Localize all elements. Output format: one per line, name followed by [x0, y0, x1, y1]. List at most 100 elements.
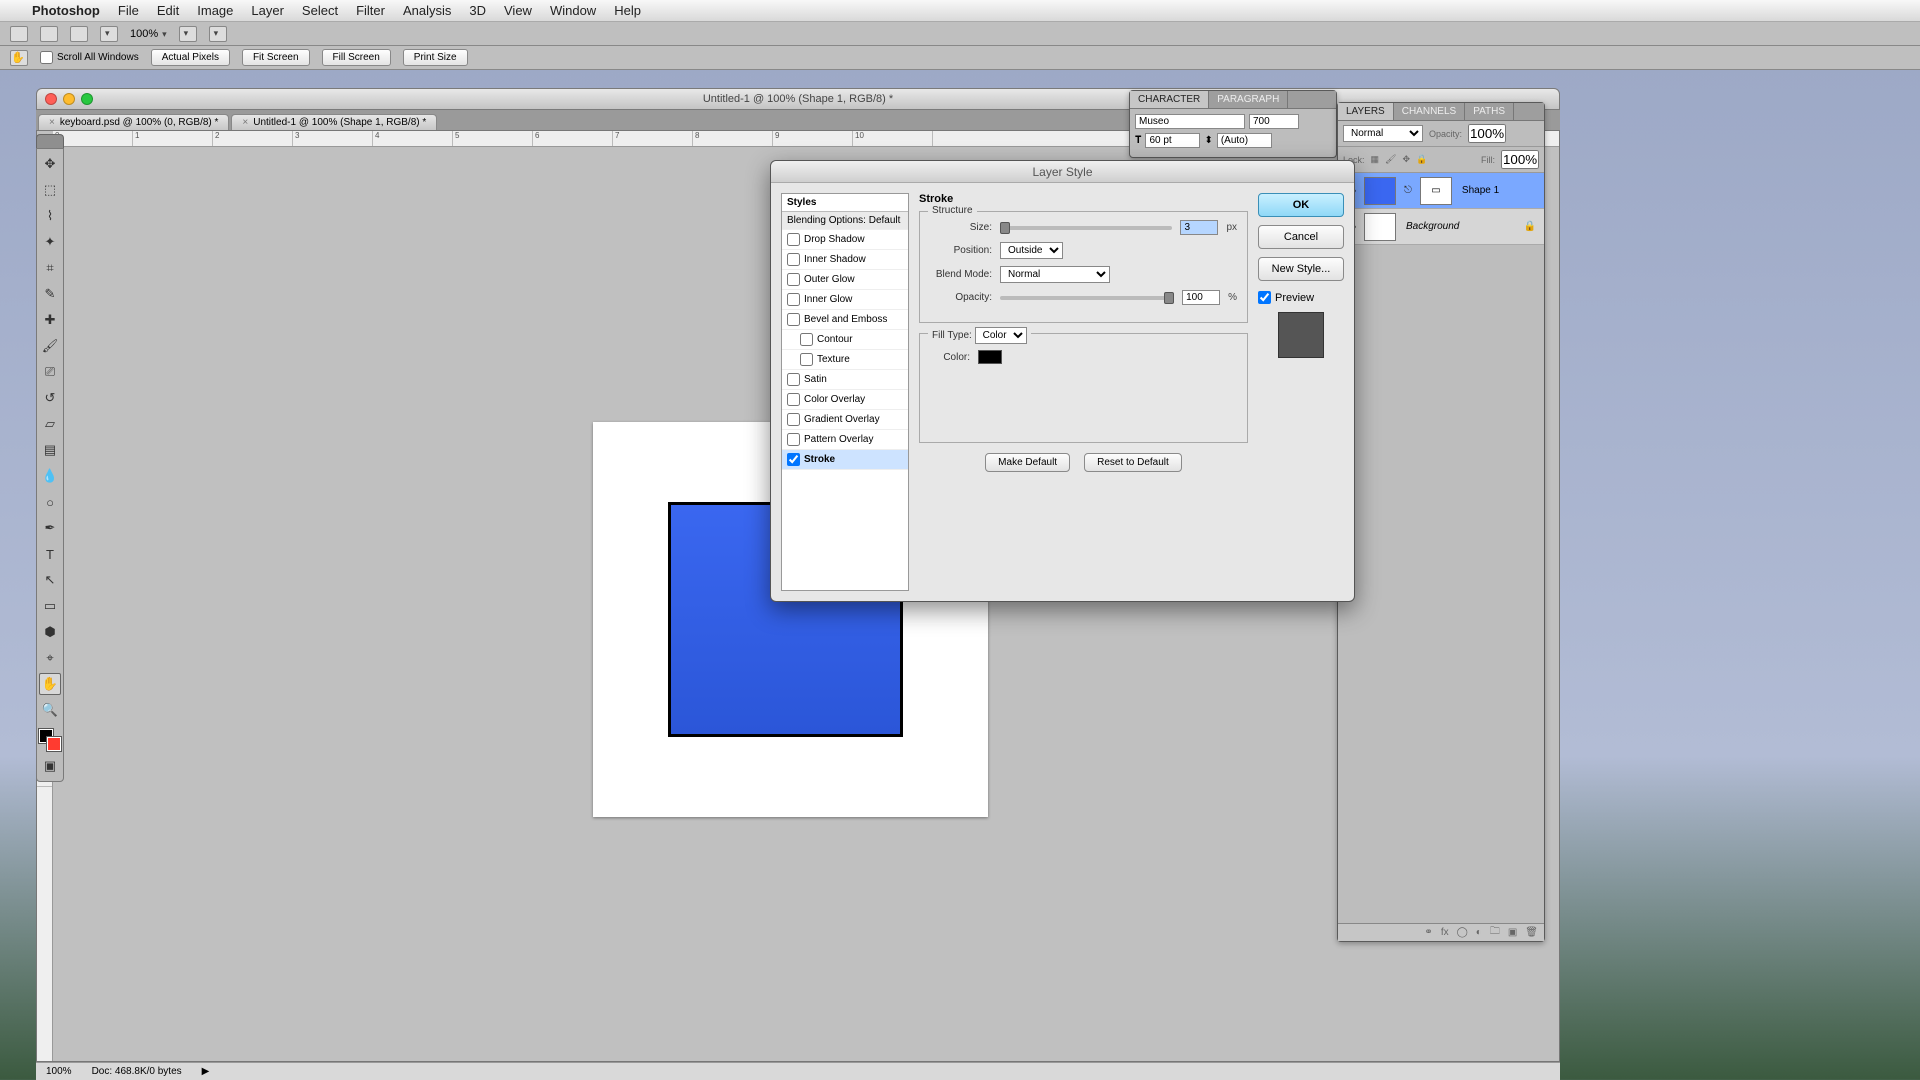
document-tab-1[interactable]: ×Untitled-1 @ 100% (Shape 1, RGB/8) * [231, 114, 437, 130]
lasso-tool-icon[interactable]: ⌇ [39, 205, 61, 227]
marquee-tool-icon[interactable]: ⬚ [39, 179, 61, 201]
background-swatch[interactable] [47, 737, 61, 751]
size-slider[interactable] [1000, 226, 1172, 230]
size-input[interactable] [1180, 220, 1218, 235]
style-gradient-overlay[interactable]: Gradient Overlay [782, 410, 908, 430]
menu-select[interactable]: Select [302, 3, 338, 18]
style-satin[interactable]: Satin [782, 370, 908, 390]
layer-thumbnail[interactable] [1364, 213, 1396, 241]
ok-button[interactable]: OK [1258, 193, 1344, 217]
gradient-tool-icon[interactable]: ▤ [39, 439, 61, 461]
tab-layers[interactable]: LAYERS [1338, 103, 1394, 120]
fill-type-select[interactable]: Color [975, 327, 1027, 344]
stroke-blend-select[interactable]: Normal [1000, 266, 1110, 283]
style-outer-glow[interactable]: Outer Glow [782, 270, 908, 290]
scroll-all-windows-checkbox[interactable]: Scroll All Windows [40, 51, 139, 64]
style-stroke[interactable]: Stroke [782, 450, 908, 470]
style-texture[interactable]: Texture [782, 350, 908, 370]
view-extras-dropdown[interactable] [100, 26, 118, 42]
position-select[interactable]: Outside [1000, 242, 1063, 259]
style-drop-shadow[interactable]: Drop Shadow [782, 230, 908, 250]
document-tab-0[interactable]: ×keyboard.psd @ 100% (0, RGB/8) * [38, 114, 229, 130]
stroke-color-swatch[interactable] [978, 350, 1002, 364]
layer-name[interactable]: Shape 1 [1456, 185, 1499, 196]
status-zoom[interactable]: 100% [46, 1066, 72, 1077]
zoom-window-icon[interactable] [81, 93, 93, 105]
style-checkbox[interactable] [787, 433, 800, 446]
layer-mask-thumbnail[interactable]: ▭ [1420, 177, 1452, 205]
blend-mode-select[interactable]: Normal [1343, 125, 1423, 142]
type-tool-icon[interactable]: T [39, 543, 61, 565]
path-selection-tool-icon[interactable]: ↖ [39, 569, 61, 591]
leading-input[interactable] [1217, 133, 1272, 148]
style-checkbox[interactable] [787, 373, 800, 386]
delete-layer-icon[interactable]: 🗑 [1525, 927, 1538, 938]
opacity-slider[interactable] [1000, 296, 1174, 300]
status-arrow-icon[interactable]: ▶ [202, 1066, 210, 1077]
reset-default-button[interactable]: Reset to Default [1084, 453, 1182, 472]
style-inner-glow[interactable]: Inner Glow [782, 290, 908, 310]
layer-name[interactable]: Background [1400, 221, 1459, 232]
font-size-input[interactable] [1145, 133, 1200, 148]
tab-paragraph[interactable]: PARAGRAPH [1209, 91, 1288, 108]
minimize-window-icon[interactable] [63, 93, 75, 105]
style-bevel-emboss[interactable]: Bevel and Emboss [782, 310, 908, 330]
status-docinfo[interactable]: Doc: 468.8K/0 bytes [92, 1066, 182, 1077]
arrange-documents-dropdown[interactable] [179, 26, 197, 42]
style-checkbox[interactable] [787, 413, 800, 426]
eyedropper-tool-icon[interactable]: ✎ [39, 283, 61, 305]
layer-mask-icon[interactable]: ◯ [1457, 927, 1468, 938]
cancel-button[interactable]: Cancel [1258, 225, 1344, 249]
menu-analysis[interactable]: Analysis [403, 3, 451, 18]
tab-paths[interactable]: PATHS [1465, 103, 1514, 120]
style-checkbox[interactable] [800, 353, 813, 366]
menu-window[interactable]: Window [550, 3, 596, 18]
menu-layer[interactable]: Layer [251, 3, 284, 18]
blending-options-item[interactable]: Blending Options: Default [782, 212, 908, 230]
style-inner-shadow[interactable]: Inner Shadow [782, 250, 908, 270]
fill-screen-button[interactable]: Fill Screen [322, 49, 391, 66]
crop-tool-icon[interactable]: ⌗ [39, 257, 61, 279]
group-icon[interactable]: 🗀 [1490, 924, 1500, 941]
layer-fx-icon[interactable]: fx [1441, 927, 1449, 938]
menu-3d[interactable]: 3D [469, 3, 486, 18]
style-checkbox[interactable] [787, 393, 800, 406]
lock-transparency-icon[interactable]: ▦ [1371, 154, 1380, 165]
quick-mask-icon[interactable]: ▣ [39, 755, 61, 777]
close-tab-icon[interactable]: × [242, 117, 248, 128]
adjustment-layer-icon[interactable]: ◐ [1476, 927, 1482, 938]
launch-minibridge-icon[interactable] [70, 26, 88, 42]
font-family-input[interactable] [1135, 114, 1245, 129]
eraser-tool-icon[interactable]: ▱ [39, 413, 61, 435]
layer-fill-input[interactable] [1501, 150, 1539, 169]
hand-tool-icon[interactable]: ✋ [10, 50, 28, 66]
screen-mode-dropdown[interactable] [209, 26, 227, 42]
dodge-tool-icon[interactable]: ○ [39, 491, 61, 513]
close-tab-icon[interactable]: × [49, 117, 55, 128]
preview-checkbox[interactable]: Preview [1258, 291, 1344, 304]
blur-tool-icon[interactable]: 💧 [39, 465, 61, 487]
layer-opacity-input[interactable] [1468, 124, 1506, 143]
actual-pixels-button[interactable]: Actual Pixels [151, 49, 230, 66]
style-contour[interactable]: Contour [782, 330, 908, 350]
menu-edit[interactable]: Edit [157, 3, 179, 18]
tab-character[interactable]: CHARACTER [1130, 91, 1209, 108]
new-layer-icon[interactable]: ▣ [1508, 927, 1517, 938]
close-window-icon[interactable] [45, 93, 57, 105]
brush-tool-icon[interactable]: 🖌 [39, 335, 61, 357]
style-pattern-overlay[interactable]: Pattern Overlay [782, 430, 908, 450]
link-layers-icon[interactable]: ⚭ [1424, 927, 1432, 938]
healing-brush-tool-icon[interactable]: ✚ [39, 309, 61, 331]
lock-position-icon[interactable]: ✥ [1402, 154, 1410, 165]
tab-channels[interactable]: CHANNELS [1394, 103, 1465, 120]
tool-palette-header[interactable] [36, 134, 64, 148]
menu-help[interactable]: Help [614, 3, 641, 18]
font-weight-input[interactable] [1249, 114, 1299, 129]
clone-stamp-tool-icon[interactable]: ⎚ [39, 361, 61, 383]
3d-camera-tool-icon[interactable]: ⌖ [39, 647, 61, 669]
style-checkbox[interactable] [787, 453, 800, 466]
style-checkbox[interactable] [787, 273, 800, 286]
menu-view[interactable]: View [504, 3, 532, 18]
print-size-button[interactable]: Print Size [403, 49, 468, 66]
style-checkbox[interactable] [787, 313, 800, 326]
